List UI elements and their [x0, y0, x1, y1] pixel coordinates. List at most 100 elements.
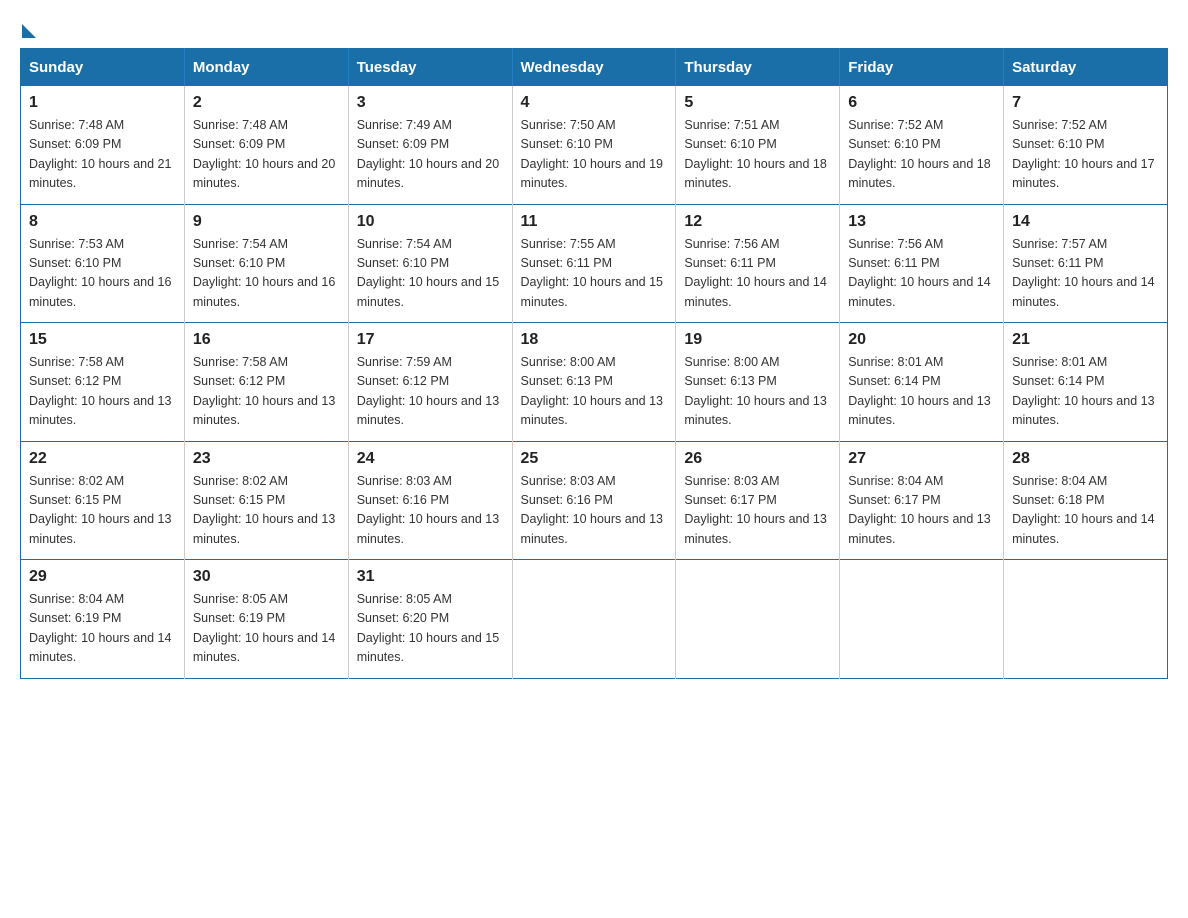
calendar-cell: 27 Sunrise: 8:04 AMSunset: 6:17 PMDaylig… — [840, 441, 1004, 560]
day-info: Sunrise: 7:51 AMSunset: 6:10 PMDaylight:… — [684, 118, 826, 190]
day-number: 29 — [29, 568, 176, 586]
calendar-cell: 13 Sunrise: 7:56 AMSunset: 6:11 PMDaylig… — [840, 204, 1004, 323]
calendar-cell: 11 Sunrise: 7:55 AMSunset: 6:11 PMDaylig… — [512, 204, 676, 323]
calendar-cell: 16 Sunrise: 7:58 AMSunset: 6:12 PMDaylig… — [184, 323, 348, 442]
calendar-cell — [1004, 560, 1168, 679]
day-number: 17 — [357, 331, 504, 349]
day-number: 1 — [29, 94, 176, 112]
day-info: Sunrise: 7:50 AMSunset: 6:10 PMDaylight:… — [521, 118, 663, 190]
day-info: Sunrise: 7:59 AMSunset: 6:12 PMDaylight:… — [357, 355, 499, 427]
day-info: Sunrise: 8:04 AMSunset: 6:19 PMDaylight:… — [29, 592, 171, 664]
calendar-cell: 19 Sunrise: 8:00 AMSunset: 6:13 PMDaylig… — [676, 323, 840, 442]
day-number: 8 — [29, 213, 176, 231]
day-number: 25 — [521, 450, 668, 468]
day-number: 22 — [29, 450, 176, 468]
day-number: 5 — [684, 94, 831, 112]
day-number: 2 — [193, 94, 340, 112]
calendar-cell: 20 Sunrise: 8:01 AMSunset: 6:14 PMDaylig… — [840, 323, 1004, 442]
calendar-cell — [512, 560, 676, 679]
day-info: Sunrise: 8:00 AMSunset: 6:13 PMDaylight:… — [684, 355, 826, 427]
day-number: 7 — [1012, 94, 1159, 112]
day-info: Sunrise: 8:03 AMSunset: 6:16 PMDaylight:… — [521, 474, 663, 546]
day-info: Sunrise: 8:03 AMSunset: 6:16 PMDaylight:… — [357, 474, 499, 546]
calendar-cell: 6 Sunrise: 7:52 AMSunset: 6:10 PMDayligh… — [840, 86, 1004, 204]
logo — [20, 20, 36, 38]
calendar-cell: 24 Sunrise: 8:03 AMSunset: 6:16 PMDaylig… — [348, 441, 512, 560]
calendar-cell: 23 Sunrise: 8:02 AMSunset: 6:15 PMDaylig… — [184, 441, 348, 560]
day-number: 28 — [1012, 450, 1159, 468]
calendar-cell: 21 Sunrise: 8:01 AMSunset: 6:14 PMDaylig… — [1004, 323, 1168, 442]
calendar-cell: 8 Sunrise: 7:53 AMSunset: 6:10 PMDayligh… — [21, 204, 185, 323]
calendar-cell: 28 Sunrise: 8:04 AMSunset: 6:18 PMDaylig… — [1004, 441, 1168, 560]
calendar-cell: 17 Sunrise: 7:59 AMSunset: 6:12 PMDaylig… — [348, 323, 512, 442]
weekday-header-sunday: Sunday — [21, 49, 185, 87]
day-info: Sunrise: 7:49 AMSunset: 6:09 PMDaylight:… — [357, 118, 499, 190]
calendar-cell: 12 Sunrise: 7:56 AMSunset: 6:11 PMDaylig… — [676, 204, 840, 323]
weekday-header-monday: Monday — [184, 49, 348, 87]
week-row-1: 1 Sunrise: 7:48 AMSunset: 6:09 PMDayligh… — [21, 86, 1168, 204]
logo-arrow-icon — [22, 24, 36, 38]
day-number: 31 — [357, 568, 504, 586]
day-info: Sunrise: 8:04 AMSunset: 6:18 PMDaylight:… — [1012, 474, 1154, 546]
weekday-header-wednesday: Wednesday — [512, 49, 676, 87]
day-info: Sunrise: 7:58 AMSunset: 6:12 PMDaylight:… — [193, 355, 335, 427]
day-number: 13 — [848, 213, 995, 231]
day-info: Sunrise: 7:55 AMSunset: 6:11 PMDaylight:… — [521, 237, 663, 309]
day-number: 9 — [193, 213, 340, 231]
day-info: Sunrise: 7:56 AMSunset: 6:11 PMDaylight:… — [684, 237, 826, 309]
week-row-2: 8 Sunrise: 7:53 AMSunset: 6:10 PMDayligh… — [21, 204, 1168, 323]
day-info: Sunrise: 8:01 AMSunset: 6:14 PMDaylight:… — [1012, 355, 1154, 427]
calendar-cell — [676, 560, 840, 679]
calendar-cell: 3 Sunrise: 7:49 AMSunset: 6:09 PMDayligh… — [348, 86, 512, 204]
day-number: 10 — [357, 213, 504, 231]
day-info: Sunrise: 8:02 AMSunset: 6:15 PMDaylight:… — [193, 474, 335, 546]
weekday-header-thursday: Thursday — [676, 49, 840, 87]
calendar-cell: 10 Sunrise: 7:54 AMSunset: 6:10 PMDaylig… — [348, 204, 512, 323]
week-row-5: 29 Sunrise: 8:04 AMSunset: 6:19 PMDaylig… — [21, 560, 1168, 679]
day-number: 21 — [1012, 331, 1159, 349]
day-info: Sunrise: 7:54 AMSunset: 6:10 PMDaylight:… — [193, 237, 335, 309]
day-number: 24 — [357, 450, 504, 468]
calendar-cell: 30 Sunrise: 8:05 AMSunset: 6:19 PMDaylig… — [184, 560, 348, 679]
page-header — [20, 20, 1168, 38]
day-number: 4 — [521, 94, 668, 112]
day-number: 30 — [193, 568, 340, 586]
day-info: Sunrise: 8:00 AMSunset: 6:13 PMDaylight:… — [521, 355, 663, 427]
calendar-cell: 22 Sunrise: 8:02 AMSunset: 6:15 PMDaylig… — [21, 441, 185, 560]
day-number: 12 — [684, 213, 831, 231]
calendar-cell: 14 Sunrise: 7:57 AMSunset: 6:11 PMDaylig… — [1004, 204, 1168, 323]
calendar-cell: 4 Sunrise: 7:50 AMSunset: 6:10 PMDayligh… — [512, 86, 676, 204]
day-number: 3 — [357, 94, 504, 112]
day-info: Sunrise: 8:03 AMSunset: 6:17 PMDaylight:… — [684, 474, 826, 546]
day-info: Sunrise: 7:56 AMSunset: 6:11 PMDaylight:… — [848, 237, 990, 309]
day-number: 6 — [848, 94, 995, 112]
calendar-cell: 2 Sunrise: 7:48 AMSunset: 6:09 PMDayligh… — [184, 86, 348, 204]
day-number: 16 — [193, 331, 340, 349]
day-info: Sunrise: 8:05 AMSunset: 6:20 PMDaylight:… — [357, 592, 499, 664]
calendar-cell: 5 Sunrise: 7:51 AMSunset: 6:10 PMDayligh… — [676, 86, 840, 204]
day-number: 11 — [521, 213, 668, 231]
day-info: Sunrise: 7:54 AMSunset: 6:10 PMDaylight:… — [357, 237, 499, 309]
calendar-cell: 26 Sunrise: 8:03 AMSunset: 6:17 PMDaylig… — [676, 441, 840, 560]
day-number: 15 — [29, 331, 176, 349]
calendar-table: SundayMondayTuesdayWednesdayThursdayFrid… — [20, 48, 1168, 679]
calendar-cell: 25 Sunrise: 8:03 AMSunset: 6:16 PMDaylig… — [512, 441, 676, 560]
day-info: Sunrise: 7:48 AMSunset: 6:09 PMDaylight:… — [29, 118, 171, 190]
day-number: 20 — [848, 331, 995, 349]
weekday-header-friday: Friday — [840, 49, 1004, 87]
day-info: Sunrise: 7:57 AMSunset: 6:11 PMDaylight:… — [1012, 237, 1154, 309]
calendar-cell: 29 Sunrise: 8:04 AMSunset: 6:19 PMDaylig… — [21, 560, 185, 679]
calendar-cell: 18 Sunrise: 8:00 AMSunset: 6:13 PMDaylig… — [512, 323, 676, 442]
day-number: 26 — [684, 450, 831, 468]
day-info: Sunrise: 8:04 AMSunset: 6:17 PMDaylight:… — [848, 474, 990, 546]
weekday-header-tuesday: Tuesday — [348, 49, 512, 87]
calendar-cell: 1 Sunrise: 7:48 AMSunset: 6:09 PMDayligh… — [21, 86, 185, 204]
weekday-header-row: SundayMondayTuesdayWednesdayThursdayFrid… — [21, 49, 1168, 87]
day-number: 14 — [1012, 213, 1159, 231]
day-number: 23 — [193, 450, 340, 468]
day-info: Sunrise: 7:53 AMSunset: 6:10 PMDaylight:… — [29, 237, 171, 309]
week-row-3: 15 Sunrise: 7:58 AMSunset: 6:12 PMDaylig… — [21, 323, 1168, 442]
day-info: Sunrise: 8:02 AMSunset: 6:15 PMDaylight:… — [29, 474, 171, 546]
calendar-cell: 31 Sunrise: 8:05 AMSunset: 6:20 PMDaylig… — [348, 560, 512, 679]
day-info: Sunrise: 7:52 AMSunset: 6:10 PMDaylight:… — [848, 118, 990, 190]
